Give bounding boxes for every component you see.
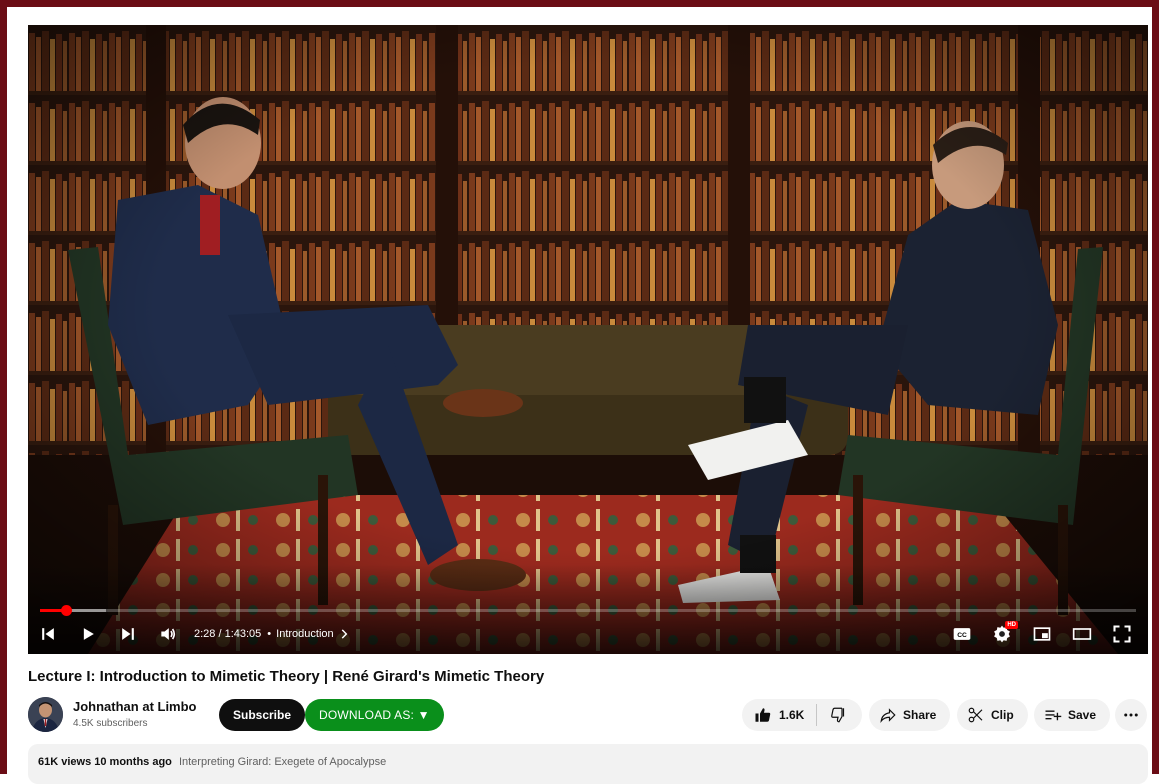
avatar-image xyxy=(28,697,63,732)
subscribe-button[interactable]: Subscribe xyxy=(219,699,306,731)
video-meta: 61K views 10 months ago Interpreting Gir… xyxy=(38,756,386,768)
chapter-title: Introduction xyxy=(276,628,334,640)
subscriber-count: 4.5K subscribers xyxy=(73,718,148,729)
fullscreen-icon xyxy=(1113,625,1131,643)
play-icon xyxy=(83,628,94,640)
miniplayer-icon xyxy=(1033,627,1051,641)
playlist-add-icon xyxy=(1045,710,1062,721)
video-title: Lecture I: Introduction to Mimetic Theor… xyxy=(28,668,545,685)
video-player[interactable]: 2:28 / 1:43:05 • Introduction CC HD xyxy=(28,25,1148,654)
like-dislike-group: 1.6K xyxy=(742,699,862,731)
volume-icon xyxy=(161,628,176,640)
video-frame[interactable] xyxy=(28,25,1148,654)
next-icon xyxy=(122,628,134,640)
previous-icon xyxy=(42,628,54,640)
play-button[interactable] xyxy=(68,617,108,651)
thumbs-down-icon xyxy=(831,707,845,723)
more-horizontal-icon xyxy=(1124,713,1138,717)
share-label: Share xyxy=(903,708,937,722)
view-count: 61K views xyxy=(38,756,92,768)
chapter-separator: • xyxy=(267,628,272,640)
chapter-button[interactable]: • Introduction xyxy=(267,627,350,641)
channel-name[interactable]: Johnathan at Limbo xyxy=(73,699,197,714)
theater-icon xyxy=(1072,628,1092,640)
thumbs-up-icon xyxy=(755,708,771,722)
captions-icon: CC xyxy=(953,628,971,640)
more-actions-button[interactable] xyxy=(1115,699,1147,731)
progress-bar[interactable] xyxy=(40,605,1136,616)
captions-button[interactable]: CC xyxy=(942,617,982,651)
settings-button[interactable]: HD xyxy=(982,617,1022,651)
scissors-icon xyxy=(968,707,983,723)
like-button[interactable]: 1.6K xyxy=(742,699,804,731)
next-button[interactable] xyxy=(108,617,148,651)
download-button[interactable]: DOWNLOAD AS: ▼ xyxy=(305,699,444,731)
volume-button[interactable] xyxy=(148,617,188,651)
channel-row: Johnathan at Limbo 4.5K subscribers Subs… xyxy=(28,697,1148,735)
save-label: Save xyxy=(1068,708,1097,722)
share-icon xyxy=(880,708,896,723)
description-box[interactable]: 61K views 10 months ago Interpreting Gir… xyxy=(28,744,1148,784)
previous-button[interactable] xyxy=(28,617,68,651)
like-count: 1.6K xyxy=(779,708,805,722)
share-button[interactable]: Share xyxy=(869,699,951,731)
clip-button[interactable]: Clip xyxy=(957,699,1028,731)
playlist-link[interactable]: Interpreting Girard: Exegete of Apocalyp… xyxy=(179,756,386,768)
dislike-button[interactable] xyxy=(817,699,861,731)
svg-text:CC: CC xyxy=(957,632,967,639)
upload-date: 10 months ago xyxy=(94,756,172,768)
save-button[interactable]: Save xyxy=(1034,699,1111,731)
hd-badge: HD xyxy=(1005,621,1018,629)
chevron-right-icon xyxy=(341,629,347,639)
theater-mode-button[interactable] xyxy=(1062,617,1102,651)
clip-label: Clip xyxy=(991,708,1014,722)
time-display: 2:28 / 1:43:05 xyxy=(194,628,262,640)
miniplayer-button[interactable] xyxy=(1022,617,1062,651)
channel-avatar[interactable] xyxy=(28,697,63,732)
fullscreen-button[interactable] xyxy=(1102,617,1142,651)
player-controls: 2:28 / 1:43:05 • Introduction CC HD xyxy=(28,617,1148,651)
